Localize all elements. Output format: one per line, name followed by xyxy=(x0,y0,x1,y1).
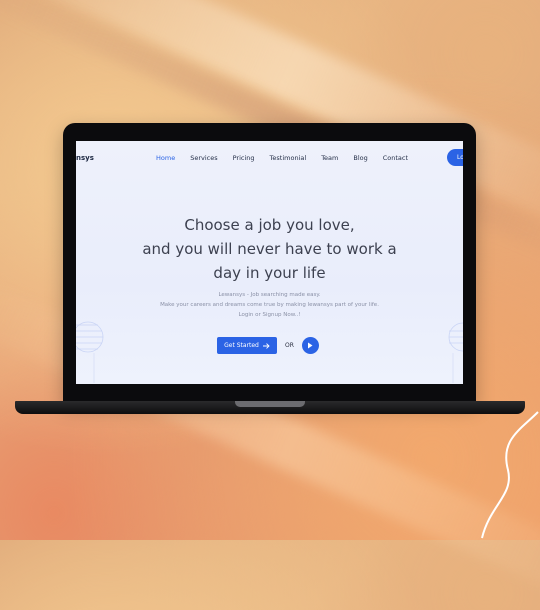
arrow-right-icon xyxy=(262,342,270,349)
play-icon xyxy=(308,342,313,349)
hero-title-line: and you will never have to work a xyxy=(142,240,397,258)
nav-item-testimonial[interactable]: Testimonial xyxy=(270,154,307,162)
get-started-label: Get Started xyxy=(224,342,259,349)
or-separator: OR xyxy=(285,342,294,349)
hero-actions: Get Started OR xyxy=(217,337,319,354)
hero-title-line: Choose a job you love, xyxy=(184,216,355,234)
hero-desc-line: Login or Signup Now..! xyxy=(238,312,301,318)
hero-title-line: day in your life xyxy=(213,264,326,282)
website-viewport: nsys Home Services Pricing Testimonial T… xyxy=(76,141,463,384)
login-button[interactable]: Lo xyxy=(447,149,463,166)
laptop-hinge-notch xyxy=(235,401,305,407)
laptop-screen: nsys Home Services Pricing Testimonial T… xyxy=(63,123,476,403)
nav-item-team[interactable]: Team xyxy=(321,154,338,162)
decorative-sphere-left xyxy=(76,321,104,383)
nav-item-contact[interactable]: Contact xyxy=(383,154,408,162)
nav-item-home[interactable]: Home xyxy=(156,154,175,162)
play-video-button[interactable] xyxy=(301,337,319,354)
hero-description: Lewansys - Job searching made easy. Make… xyxy=(76,290,463,320)
nav-item-pricing[interactable]: Pricing xyxy=(233,154,255,162)
hero-desc-line: Lewansys - Job searching made easy. xyxy=(218,292,321,298)
nav-item-blog[interactable]: Blog xyxy=(353,154,367,162)
get-started-button[interactable]: Get Started xyxy=(217,337,277,354)
hero-title: Choose a job you love, and you will neve… xyxy=(76,213,463,285)
main-nav: Home Services Pricing Testimonial Team B… xyxy=(156,154,423,162)
decorative-sphere-right xyxy=(448,322,463,383)
decorative-white-curve xyxy=(481,411,539,539)
hero-desc-line: Make your careers and dreams come true b… xyxy=(160,302,379,308)
nav-item-services[interactable]: Services xyxy=(190,154,217,162)
brand-logo-text[interactable]: nsys xyxy=(76,154,94,162)
